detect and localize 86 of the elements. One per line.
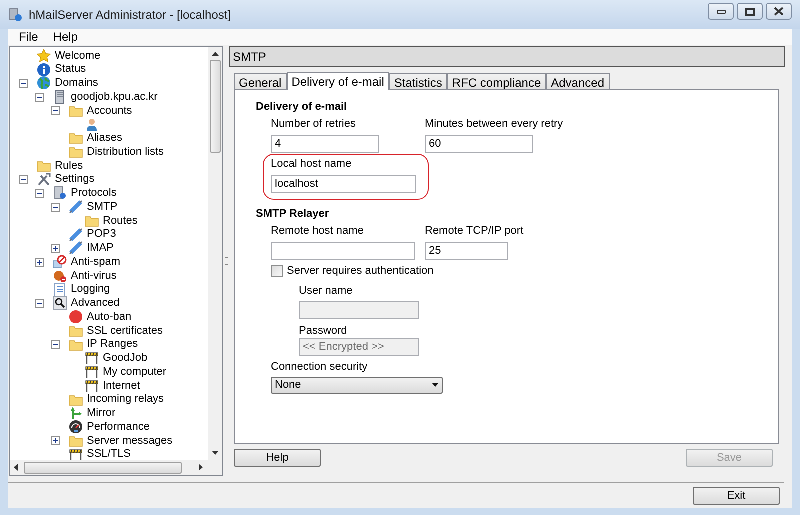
close-button[interactable] [766, 3, 792, 20]
field-label: User name [299, 284, 354, 298]
scrollbar-thumb[interactable] [24, 462, 182, 474]
right-arrow-icon[interactable] [199, 464, 203, 471]
text-field[interactable]: 25 [425, 242, 508, 260]
field-label: Connection security [271, 360, 369, 374]
field-label: Password [299, 324, 348, 338]
barrier-icon [85, 351, 99, 366]
user-icon [85, 118, 99, 132]
help-button[interactable]: Help [234, 449, 321, 467]
collapse-toggle[interactable] [51, 202, 60, 212]
minimize-icon [716, 10, 726, 14]
document-icon [53, 282, 67, 297]
checkbox[interactable] [271, 265, 283, 278]
down-arrow-icon[interactable] [212, 451, 218, 455]
folder-icon [69, 338, 83, 352]
section-heading: SMTP Relayer [256, 208, 330, 221]
text-field[interactable]: localhost [271, 175, 416, 193]
tree-item[interactable]: Accounts [86, 102, 134, 120]
tab[interactable]: Advanced [546, 73, 610, 89]
barrier-icon [85, 365, 99, 380]
search-icon [53, 296, 67, 310]
tools-icon [37, 172, 51, 187]
bug-icon [53, 268, 67, 283]
barrier-icon [85, 378, 99, 393]
collapse-toggle[interactable] [35, 92, 44, 102]
collapse-toggle[interactable] [35, 298, 44, 308]
window-title: hMailServer Administrator - [localhost] [29, 6, 232, 24]
section-heading: Delivery of e-mail [256, 101, 348, 114]
panel-header: SMTP [229, 46, 785, 67]
expand-toggle[interactable] [51, 436, 60, 446]
folder-icon [69, 324, 83, 338]
app-icon [9, 8, 23, 22]
text-field[interactable]: 60 [425, 135, 533, 153]
server-icon [53, 90, 67, 104]
folder-icon [69, 145, 83, 160]
collapse-toggle[interactable] [51, 106, 60, 116]
computer-icon [53, 186, 67, 200]
no-entry-icon [53, 255, 67, 270]
tab[interactable]: RFC compliance [447, 73, 546, 89]
folder-icon [69, 104, 83, 118]
expand-toggle[interactable] [51, 244, 60, 253]
maximize-button[interactable] [737, 3, 763, 20]
collapse-toggle[interactable] [19, 175, 28, 184]
horizontal-scrollbar[interactable] [10, 460, 222, 475]
expand-toggle[interactable] [35, 258, 44, 267]
vertical-scrollbar[interactable] [208, 47, 222, 460]
maximize-icon [745, 8, 755, 16]
text-field[interactable] [271, 242, 415, 260]
caret-icon [432, 383, 439, 387]
globe-icon [37, 76, 51, 90]
star-icon [37, 48, 51, 63]
collapse-toggle[interactable] [51, 340, 60, 350]
tab[interactable]: Delivery of e-mail [286, 72, 390, 90]
menu-item[interactable]: File [19, 28, 38, 46]
folder-icon [37, 158, 51, 173]
scrollbar-thumb[interactable] [210, 60, 220, 153]
split-arrow-icon [69, 406, 83, 420]
plug-icon [69, 228, 83, 242]
tab[interactable]: General [234, 73, 287, 89]
gauge-icon [69, 420, 83, 434]
collapse-toggle[interactable] [19, 78, 28, 88]
field-label: Number of retries [271, 118, 357, 131]
checkbox-label: Server requires authentication [287, 264, 434, 279]
field-label: Minutes between every retry [425, 118, 564, 131]
folder-icon [69, 131, 83, 146]
text-field[interactable]: 4 [271, 135, 379, 153]
info-icon [37, 62, 51, 77]
left-arrow-icon[interactable] [14, 464, 18, 471]
menu-item[interactable]: Help [53, 28, 78, 46]
minimize-button[interactable] [708, 3, 734, 20]
field-label: Remote TCP/IP port [425, 225, 524, 238]
plug-icon [69, 200, 83, 214]
plug-icon [69, 241, 83, 256]
circle-icon [69, 310, 83, 324]
folder-icon [69, 392, 83, 407]
field-label: Remote host name [271, 225, 365, 238]
tab[interactable]: Statistics [389, 73, 448, 89]
field-label: Local host name [271, 158, 353, 171]
close-icon [774, 7, 784, 16]
folder-icon [69, 434, 83, 448]
dropdown[interactable]: None [271, 376, 443, 394]
folder-icon [85, 214, 99, 228]
up-arrow-icon[interactable] [212, 52, 218, 56]
collapse-toggle[interactable] [35, 188, 44, 198]
exit-button[interactable]: Exit [693, 487, 780, 505]
